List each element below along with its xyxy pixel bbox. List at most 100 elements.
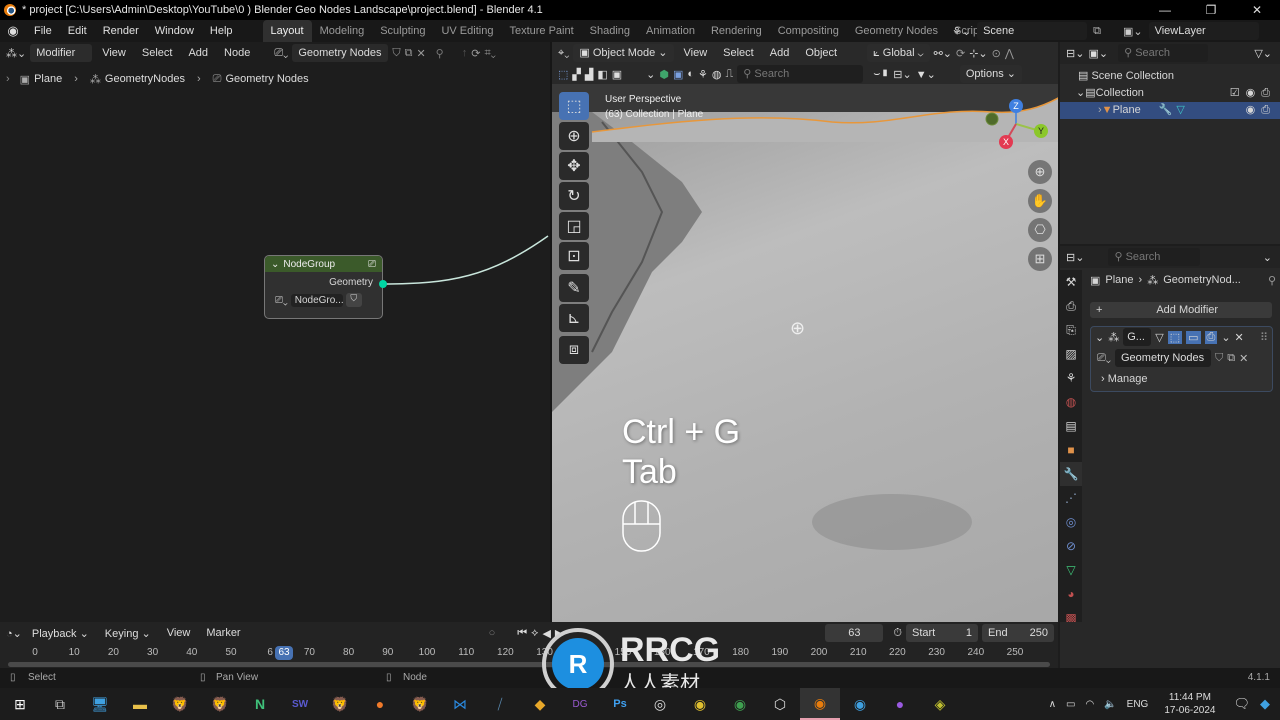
n-app-icon[interactable]: N xyxy=(240,688,280,720)
outliner-search-input[interactable]: ⚲ Search xyxy=(1118,44,1209,62)
plane-row[interactable]: › ▼ Plane 🔧 ▽ ◉ ⎙ xyxy=(1060,102,1280,119)
outliner[interactable]: ⊟⌄ ▣⌄ ⚲ Search ▽⌄ ▤ Scene Collection ⌄ ▤… xyxy=(1060,42,1280,244)
minimize-button[interactable]: — xyxy=(1142,0,1188,20)
collection-row[interactable]: ⌄ ▤ Collection ☑ ◉ ⎙ xyxy=(1076,85,1280,102)
menu-add[interactable]: Add xyxy=(764,47,796,59)
node-group[interactable]: ⌄ NodeGroup ⎚ Geometry ⎚⌄ NodeGro... ⛉ xyxy=(264,255,383,319)
menu-file[interactable]: File xyxy=(26,20,60,42)
brave-browser-icon[interactable]: 🦁 xyxy=(160,688,200,720)
render-icon[interactable]: ⎙ xyxy=(1261,102,1270,119)
modifier-name-field[interactable]: G... xyxy=(1123,328,1152,346)
task-view-icon[interactable]: ⧉ xyxy=(40,688,80,720)
data-tab-icon[interactable]: ▽ xyxy=(1060,558,1082,582)
menu-node[interactable]: Node xyxy=(218,47,256,59)
eye-icon[interactable]: ◉ xyxy=(1246,85,1256,102)
breadcrumb-modifier[interactable]: GeometryNodes xyxy=(105,73,185,85)
add-cube-tool[interactable]: ⧈ xyxy=(559,336,589,364)
tray-expand-icon[interactable]: ∧ xyxy=(1049,699,1056,710)
editor-type-icon[interactable]: ⊟⌄ xyxy=(1066,47,1084,60)
particles-tab-icon[interactable]: ⋰ xyxy=(1060,486,1082,510)
playhead[interactable]: 63 xyxy=(275,646,293,660)
scene-icon[interactable]: ⚘⌄ xyxy=(952,25,971,38)
manage-subpanel[interactable]: › Manage xyxy=(1091,369,1272,389)
collection-tab-icon[interactable]: ▤ xyxy=(1060,414,1082,438)
viewport-search-input[interactable]: ⚲ Search xyxy=(737,65,864,83)
tab-texture-paint[interactable]: Texture Paint xyxy=(501,20,581,42)
current-frame-field[interactable]: 63 xyxy=(825,624,884,642)
eye-icon[interactable]: ◉ xyxy=(1246,102,1256,119)
falloff-icon[interactable]: ⋀ xyxy=(1005,47,1014,60)
scene-collection-row[interactable]: ▤ Scene Collection xyxy=(1078,68,1280,85)
node-editor[interactable]: ⁂⌄ Modifier View Select Add Node ⎚⌄ Geom… xyxy=(0,42,550,622)
menu-keying[interactable]: Keying ⌄ xyxy=(99,627,157,640)
paint-icon[interactable]: ⎍ xyxy=(726,68,734,81)
select-extend-icon[interactable]: ▞ xyxy=(572,68,580,81)
snap-target-icon[interactable]: ⊹⌄ xyxy=(969,47,987,60)
select-intersect-icon[interactable]: ▣ xyxy=(612,68,622,81)
tool-tab-icon[interactable]: ⚒ xyxy=(1060,270,1082,294)
select-subtract-icon[interactable]: ▟ xyxy=(585,68,593,81)
rotate-tool[interactable]: ↻ xyxy=(559,182,589,210)
file-explorer-icon[interactable]: ▬ xyxy=(120,688,160,720)
expand-icon[interactable]: ⌄ xyxy=(1076,85,1085,102)
remove-modifier-icon[interactable]: ✕ xyxy=(1235,331,1244,344)
datagrip-icon[interactable]: DG xyxy=(560,688,600,720)
bookmark-icon[interactable]: ⌣▮ xyxy=(873,68,889,81)
mesh-data-icon[interactable]: ▽ xyxy=(1176,102,1184,119)
tab-rendering[interactable]: Rendering xyxy=(703,20,770,42)
move-tool[interactable]: ✥ xyxy=(559,152,589,180)
menu-select[interactable]: Select xyxy=(717,47,760,59)
mode-dropdown[interactable]: ▣ Object Mode ⌄ xyxy=(573,44,674,62)
properties-panel[interactable]: ⊟⌄ ⚲ Search ⌄ ⚒ ⎙ ⎘ ▨ ⚘ ◍ ▤ ■ 🔧 ⋰ ◎ ⊘ ▽ … xyxy=(1060,246,1280,625)
tab-layout[interactable]: Layout xyxy=(262,20,312,42)
context-dropdown[interactable]: Modifier xyxy=(30,44,93,62)
pivot-icon[interactable]: ⚯⌄ xyxy=(934,47,952,60)
render-tab-icon[interactable]: ⎙ xyxy=(1060,294,1082,318)
viewport-toggle-icon[interactable]: ▭ xyxy=(1186,330,1201,344)
visibility-dropdown-icon[interactable]: ⌄ xyxy=(646,68,655,81)
modifier-menu-icon[interactable]: ⌄ xyxy=(1221,331,1230,344)
elephant-app-icon[interactable]: ◆ xyxy=(520,688,560,720)
on-cage-toggle-icon[interactable]: ⬚ xyxy=(1167,330,1183,344)
modifier-wrench-icon[interactable]: 🔧 xyxy=(1159,102,1173,119)
snap-grid-icon[interactable]: ⌗⌄ xyxy=(484,47,495,60)
node-tree-type-icon[interactable]: ⎚⌄ xyxy=(274,47,288,60)
cursor-tool[interactable]: ⊕ xyxy=(559,122,589,150)
overlay-color-icon[interactable]: ⬢ xyxy=(659,68,669,81)
obs-icon[interactable]: ◎ xyxy=(640,688,680,720)
pin-icon[interactable]: ⚲ xyxy=(436,47,444,60)
render-icon[interactable]: ⎙ xyxy=(1261,85,1270,102)
unlink-icon[interactable]: ✕ xyxy=(1239,352,1248,365)
select-box-tool[interactable]: ⬚ xyxy=(559,92,589,120)
wifi-icon[interactable]: ◠ xyxy=(1085,699,1094,710)
battery-icon[interactable]: ▭ xyxy=(1066,699,1075,710)
computer-icon[interactable]: 🖥 xyxy=(80,688,120,720)
fake-user-icon[interactable]: ⛉ xyxy=(345,293,362,307)
node-group-field[interactable]: NodeGro... xyxy=(290,293,343,307)
orientation-dropdown[interactable]: ⟀ Global ⌄ xyxy=(867,44,930,62)
auto-keying-icon[interactable]: ○ xyxy=(489,627,496,639)
timeline-scrollbar[interactable] xyxy=(8,662,1050,667)
brave-browser-icon[interactable]: 🦁 xyxy=(320,688,360,720)
view-layer-tab-icon[interactable]: ▨ xyxy=(1060,342,1082,366)
zoom-icon[interactable]: ⊕ xyxy=(1028,160,1052,184)
view-layer-selector[interactable]: ViewLayer xyxy=(1148,22,1259,40)
menu-render[interactable]: Render xyxy=(95,20,147,42)
menu-select[interactable]: Select xyxy=(136,47,179,59)
world-icon[interactable]: ◍ xyxy=(712,68,722,81)
camera-icon[interactable]: ⎔ xyxy=(1028,218,1052,242)
group-type-icon[interactable]: ⎚⌄ xyxy=(275,295,288,306)
sw-app-icon[interactable]: SW xyxy=(280,688,320,720)
material-tab-icon[interactable]: ◕ xyxy=(1060,582,1082,606)
node-header[interactable]: ⌄ NodeGroup ⎚ xyxy=(265,256,382,272)
view-layer-icon[interactable]: ▣⌄ xyxy=(1123,25,1143,38)
editor-type-icon[interactable]: ⌖⌄ xyxy=(558,47,569,60)
options-chevron-icon[interactable]: ⌄ xyxy=(1263,251,1272,264)
node-group-field[interactable]: Geometry Nodes xyxy=(1115,349,1211,367)
menu-marker[interactable]: Marker xyxy=(200,627,246,639)
start-frame-field[interactable]: Start 1 xyxy=(905,624,978,642)
menu-view[interactable]: View xyxy=(161,627,197,639)
perspective-grid-icon[interactable]: ⊞ xyxy=(1028,247,1052,271)
mysql-workbench-icon[interactable]: ⧸ xyxy=(480,688,520,720)
unity-icon[interactable]: ⬡ xyxy=(760,688,800,720)
